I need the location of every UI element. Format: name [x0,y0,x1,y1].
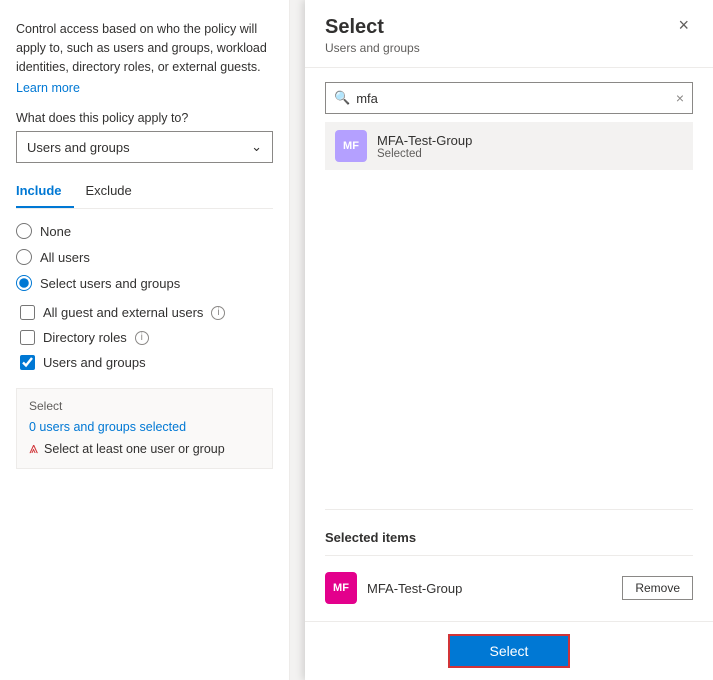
checkbox-users-groups-input[interactable] [20,355,35,370]
learn-more-link[interactable]: Learn more [16,81,80,95]
radio-none[interactable]: None [16,223,273,239]
selected-divider [325,555,693,556]
search-box: 🔍 × [325,82,693,114]
policy-dropdown[interactable]: Users and groups ⌄ [16,131,273,163]
result-name: MFA-Test-Group [377,133,472,148]
select-count-link[interactable]: 0 users and groups selected [29,420,186,434]
dialog-panel: Select Users and groups × 🔍 × MF MFA-Tes… [305,0,713,680]
select-button[interactable]: Select [448,634,571,668]
checkbox-group: All guest and external users i Directory… [20,305,273,370]
info-icon-directory[interactable]: i [135,331,149,345]
search-icon: 🔍 [334,90,350,106]
selected-item-name: MFA-Test-Group [367,581,622,596]
result-info: MFA-Test-Group Selected [377,133,472,160]
policy-label: What does this policy apply to? [16,111,273,125]
select-section: Select 0 users and groups selected ⩓ Sel… [16,388,273,469]
search-input[interactable] [356,91,676,106]
radio-all-users-input[interactable] [16,249,32,265]
avatar: MF [335,130,367,162]
radio-none-input[interactable] [16,223,32,239]
error-icon: ⩓ [29,440,38,458]
selected-item: MF MFA-Test-Group Remove [325,566,693,610]
radio-group: None All users Select users and groups [16,223,273,291]
selected-section: Selected items MF MFA-Test-Group Remove [325,530,693,610]
selected-title: Selected items [325,530,693,545]
radio-all-users[interactable]: All users [16,249,273,265]
checkbox-guest[interactable]: All guest and external users i [20,305,273,320]
checkbox-directory[interactable]: Directory roles i [20,330,273,345]
close-button[interactable]: × [674,16,693,34]
dialog-title-group: Select Users and groups [325,16,420,55]
selected-avatar: MF [325,572,357,604]
dialog-header: Select Users and groups × [305,0,713,68]
select-section-title: Select [29,399,260,413]
divider [325,509,693,510]
tab-exclude[interactable]: Exclude [86,177,144,208]
list-item[interactable]: MF MFA-Test-Group Selected [325,122,693,170]
tabs-container: Include Exclude [16,177,273,209]
remove-button[interactable]: Remove [622,576,693,600]
radio-select-users[interactable]: Select users and groups [16,275,273,291]
checkbox-directory-input[interactable] [20,330,35,345]
chevron-down-icon: ⌄ [251,139,262,155]
description-text: Control access based on who the policy w… [16,20,273,76]
radio-select-users-input[interactable] [16,275,32,291]
clear-search-button[interactable]: × [676,90,684,106]
info-icon-guest[interactable]: i [211,306,225,320]
dialog-subtitle: Users and groups [325,41,420,55]
dropdown-value: Users and groups [27,140,130,155]
search-results: MF MFA-Test-Group Selected [325,122,693,170]
dialog-title-row: Select Users and groups × [325,16,693,55]
tab-include[interactable]: Include [16,177,74,208]
error-text: Select at least one user or group [44,442,225,456]
error-row: ⩓ Select at least one user or group [29,440,260,458]
checkbox-guest-input[interactable] [20,305,35,320]
left-panel: Control access based on who the policy w… [0,0,290,680]
dialog-title: Select [325,16,420,39]
checkbox-users-groups[interactable]: Users and groups [20,355,273,370]
dialog-footer: Select [305,621,713,680]
result-status: Selected [377,148,472,160]
